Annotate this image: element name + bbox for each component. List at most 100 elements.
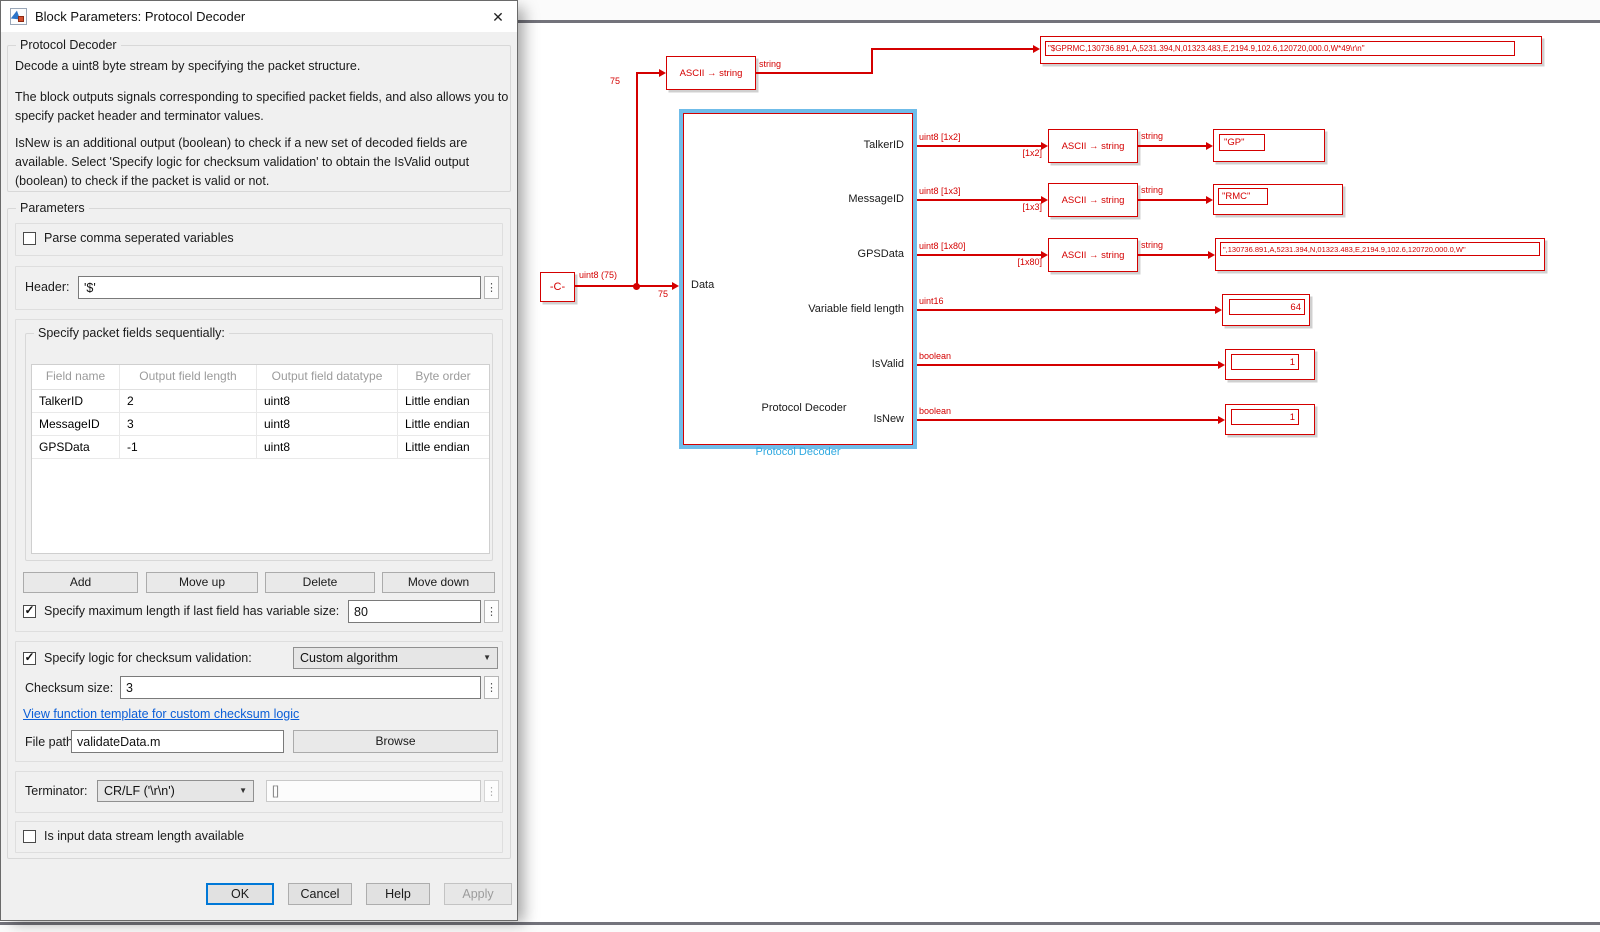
ok-button[interactable]: OK xyxy=(206,883,274,905)
wire-gpsdata[interactable] xyxy=(917,254,1041,256)
block-parameters-dialog: Block Parameters: Protocol Decoder ✕ Pro… xyxy=(0,0,518,921)
terminator-label: Terminator: xyxy=(25,784,88,798)
arrow-varlen-display xyxy=(1215,306,1222,314)
description-line-2: The block outputs signals corresponding … xyxy=(15,88,509,126)
wire-talkerid-out[interactable] xyxy=(1138,145,1206,147)
wire-messageid[interactable] xyxy=(917,199,1041,201)
parameters-title: Parameters xyxy=(16,201,89,215)
header-menu-button[interactable]: ⋮ xyxy=(484,276,499,299)
wire-const-to-data[interactable] xyxy=(575,285,672,287)
ascii-to-string-block-gps[interactable]: ASCII → string xyxy=(1048,238,1138,272)
parse-checkbox-label: Parse comma seperated variables xyxy=(44,231,234,245)
dialog-titlebar[interactable]: Block Parameters: Protocol Decoder ✕ xyxy=(1,1,517,32)
cancel-button[interactable]: Cancel xyxy=(288,883,352,905)
wire-gpsdata-out[interactable] xyxy=(1138,254,1208,256)
cell-name: TalkerID xyxy=(32,390,120,412)
wire-top-out-3[interactable] xyxy=(871,48,1033,50)
wire-talkerid[interactable] xyxy=(917,145,1041,147)
canvas-top-border xyxy=(518,20,1600,23)
help-button[interactable]: Help xyxy=(366,883,430,905)
checksum-checkbox-label: Specify logic for checksum validation: xyxy=(44,651,252,665)
header-input[interactable] xyxy=(78,276,481,299)
signal-messageid-out: string xyxy=(1141,185,1163,195)
table-row[interactable]: GPSData -1 uint8 Little endian xyxy=(32,436,489,459)
ascii-to-string-block-top[interactable]: ASCII → string xyxy=(666,56,756,90)
decoder-block-name[interactable]: Protocol Decoder xyxy=(679,446,917,458)
display-isnew-value: 1 xyxy=(1231,409,1299,425)
decoder-inner-title: Protocol Decoder xyxy=(744,402,864,414)
port-talkerid: TalkerID xyxy=(864,139,904,151)
display-full-sentence-value: "$GPRMC,130736.891,A,5231.394,N,01323.48… xyxy=(1045,41,1515,56)
move-up-button[interactable]: Move up xyxy=(146,572,258,593)
max-length-input[interactable] xyxy=(348,600,481,623)
file-path-input[interactable] xyxy=(71,730,284,753)
col-output-datatype: Output field datatype xyxy=(257,365,398,389)
terminator-value: CR/LF ('\r\n') xyxy=(104,784,175,798)
protocol-decoder-block[interactable]: Data TalkerID MessageID GPSData Variable… xyxy=(683,113,913,445)
terminator-custom-input xyxy=(266,780,481,802)
add-button[interactable]: Add xyxy=(23,572,138,593)
browse-button[interactable]: Browse xyxy=(293,730,498,753)
parse-checkbox[interactable] xyxy=(23,232,36,245)
dialog-title: Block Parameters: Protocol Decoder xyxy=(35,9,245,24)
wire-isnew[interactable] xyxy=(917,419,1218,421)
display-varlen[interactable]: 64 xyxy=(1222,294,1310,326)
move-down-button[interactable]: Move down xyxy=(382,572,495,593)
stream-length-label: Is input data stream length available xyxy=(44,829,244,843)
stream-length-checkbox[interactable] xyxy=(23,830,36,843)
max-length-label: Specify maximum length if last field has… xyxy=(44,604,339,618)
col-output-length: Output field length xyxy=(120,365,257,389)
terminator-menu-button[interactable]: ⋮ xyxy=(484,780,499,802)
cell-datatype: uint8 xyxy=(257,390,398,412)
display-isvalid-value: 1 xyxy=(1231,354,1299,370)
cell-byte-order: Little endian xyxy=(398,390,488,412)
cell-byte-order: Little endian xyxy=(398,413,488,435)
close-icon[interactable]: ✕ xyxy=(487,6,509,28)
max-length-checkbox[interactable]: ✓ xyxy=(23,605,36,618)
cell-name: MessageID xyxy=(32,413,120,435)
table-row[interactable]: MessageID 3 uint8 Little endian xyxy=(32,413,489,436)
display-isvalid[interactable]: 1 xyxy=(1225,349,1315,380)
signal-messageid-dim: [1x3] xyxy=(1002,202,1042,212)
wire-top-out-1[interactable] xyxy=(756,72,873,74)
checksum-template-link[interactable]: View function template for custom checks… xyxy=(23,707,299,721)
checksum-algorithm-select[interactable]: Custom algorithm ▼ xyxy=(293,647,498,669)
ascii-block-label: ASCII → string xyxy=(1062,141,1125,152)
arrow-ascii-top xyxy=(659,69,666,77)
arrow-talker-display xyxy=(1206,142,1213,150)
constant-block[interactable]: -C- xyxy=(540,272,575,302)
menu-dots-icon: ⋮ xyxy=(486,281,497,294)
wire-varlen[interactable] xyxy=(917,309,1215,311)
display-messageid[interactable]: "RMC" xyxy=(1213,184,1343,215)
ascii-to-string-block-message[interactable]: ASCII → string xyxy=(1048,183,1138,217)
display-talkerid[interactable]: "GP" xyxy=(1213,129,1325,162)
terminator-select[interactable]: CR/LF ('\r\n') ▼ xyxy=(97,780,254,802)
signal-messageid-type: uint8 [1x3] xyxy=(919,186,961,196)
checksum-checkbox[interactable]: ✓ xyxy=(23,652,36,665)
wire-branch-to-ascii[interactable] xyxy=(636,72,659,74)
checksum-algorithm-value: Custom algorithm xyxy=(300,651,398,665)
signal-string-top: string xyxy=(759,59,781,69)
description-line-1: Decode a uint8 byte stream by specifying… xyxy=(15,57,507,76)
display-full-sentence[interactable]: "$GPRMC,130736.891,A,5231.394,N,01323.48… xyxy=(1040,36,1542,64)
wire-isvalid[interactable] xyxy=(917,364,1218,366)
max-length-menu-button[interactable]: ⋮ xyxy=(484,600,499,623)
wire-top-out-2[interactable] xyxy=(871,48,873,74)
display-gpsdata[interactable]: ",130736.891,A,5231.394,N,01323.483,E,21… xyxy=(1215,238,1545,271)
wire-branch-up[interactable] xyxy=(636,72,638,286)
cell-datatype: uint8 xyxy=(257,436,398,458)
wire-messageid-out[interactable] xyxy=(1138,199,1206,201)
signal-varlen-type: uint16 xyxy=(919,296,944,306)
checksum-size-input[interactable] xyxy=(120,676,481,699)
packet-fields-table[interactable]: Field name Output field length Output fi… xyxy=(31,364,490,554)
cell-byte-order: Little endian xyxy=(398,436,488,458)
signal-gpsdata-type: uint8 [1x80] xyxy=(919,241,966,251)
checksum-size-menu-button[interactable]: ⋮ xyxy=(484,676,499,699)
table-row[interactable]: TalkerID 2 uint8 Little endian xyxy=(32,390,489,413)
ascii-to-string-block-talker[interactable]: ASCII → string xyxy=(1048,129,1138,163)
delete-button[interactable]: Delete xyxy=(265,572,375,593)
signal-width-75-top: 75 xyxy=(610,76,620,86)
port-isvalid: IsValid xyxy=(872,358,904,370)
display-isnew[interactable]: 1 xyxy=(1225,404,1315,435)
apply-button: Apply xyxy=(444,883,512,905)
